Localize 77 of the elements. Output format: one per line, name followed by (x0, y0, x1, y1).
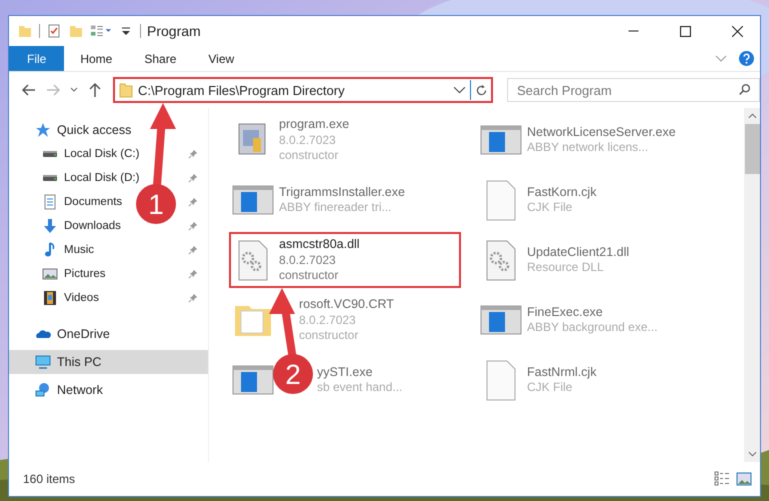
file-detail: constructor (279, 148, 340, 164)
scrollbar[interactable] (744, 108, 760, 462)
nav-item[interactable]: Network (9, 378, 208, 402)
view-menu-icon[interactable] (90, 23, 112, 39)
nav-item[interactable]: This PC (9, 350, 208, 374)
file-name[interactable]: FastKorn.cjk (527, 184, 596, 200)
file-detail: ABBY network licens... (527, 140, 650, 156)
file-name[interactable]: UpdateClient21.dll (527, 244, 630, 260)
item-count: 160 items (23, 472, 76, 486)
up-arrow-icon[interactable] (87, 82, 103, 98)
step-badge: 2 (273, 354, 313, 394)
film-icon (42, 290, 58, 306)
folder-icon (118, 82, 134, 98)
star-icon (35, 122, 51, 138)
large-icons-view-icon[interactable] (736, 471, 752, 487)
file-detail: 8.0.2.7023 (299, 312, 357, 328)
search-icon (738, 83, 752, 97)
back-arrow-icon[interactable] (21, 82, 37, 98)
window-title: Program (147, 23, 201, 39)
nav-item[interactable]: Music (42, 242, 104, 258)
file-detail: ABBY finereader tri... (279, 200, 392, 216)
download-icon (42, 218, 58, 234)
pin-icon[interactable] (188, 293, 198, 303)
file-detail: ABBY background exe... (527, 320, 658, 336)
address-field[interactable]: C:\Program Files\Program Directory (113, 77, 493, 103)
network-icon (35, 382, 51, 398)
file-name[interactable]: NetworkLicenseServer.exe (527, 124, 676, 140)
details-view-icon[interactable] (714, 471, 730, 487)
document-icon (42, 194, 58, 210)
nav-item[interactable]: Documents (42, 194, 132, 210)
file-detail: constructor (279, 268, 340, 284)
file-name[interactable]: yySTI.exe (317, 364, 402, 380)
expand-ribbon-icon[interactable] (715, 54, 727, 62)
file-detail: sb event hand... (317, 380, 402, 396)
file-detail: constructor (299, 328, 360, 344)
nav-item[interactable]: Downloads (42, 218, 131, 234)
pin-icon[interactable] (188, 149, 198, 159)
pin-icon[interactable] (188, 173, 198, 183)
refresh-icon[interactable] (475, 84, 488, 96)
search-field[interactable]: Search Program (507, 78, 760, 102)
scroll-down-icon[interactable] (748, 451, 756, 457)
close-icon (732, 26, 742, 36)
file-detail: Resource DLL (527, 260, 605, 276)
image-icon (42, 266, 58, 282)
file-name[interactable]: rosoft.VC90.CRT (299, 296, 394, 313)
step-badge: 1 (136, 184, 176, 224)
nav-item[interactable]: Videos (42, 290, 109, 306)
file-name[interactable]: FastNrml.cjk (527, 364, 596, 380)
properties-icon[interactable] (46, 23, 62, 39)
ribbon-tab[interactable]: Share (128, 46, 192, 71)
nav-item[interactable]: Quick access (9, 118, 208, 142)
file-name[interactable]: program.exe (279, 116, 350, 133)
file-detail: 8.0.2.7023 (279, 252, 337, 268)
pin-icon[interactable] (188, 197, 198, 207)
pin-icon[interactable] (188, 221, 198, 231)
maximize-icon (680, 26, 690, 36)
monitor-icon (35, 354, 51, 370)
ribbon-tab[interactable]: View (192, 46, 250, 71)
nav-item[interactable]: Pictures (42, 266, 116, 282)
address-path: C:\Program Files\Program Directory (138, 82, 346, 98)
minimize-icon (628, 30, 638, 32)
file-detail: CJK File (527, 380, 574, 396)
scroll-up-icon[interactable] (748, 113, 756, 119)
nav-item[interactable]: Local Disk (C:) (42, 146, 150, 162)
nav-item[interactable]: OneDrive (9, 322, 208, 346)
file-detail: CJK File (527, 200, 574, 216)
ribbon-tab[interactable]: Home (64, 46, 128, 71)
file-name[interactable]: FineExec.exe (527, 304, 658, 320)
scroll-thumb[interactable] (744, 124, 760, 174)
file-detail: 8.0.2.7023 (279, 132, 337, 148)
pin-icon[interactable] (188, 269, 198, 279)
nav-item[interactable]: Local Disk (D:) (42, 170, 150, 186)
pin-icon[interactable] (188, 245, 198, 255)
file-menu-tab[interactable]: File (9, 46, 64, 71)
file-name[interactable]: TrigrammsInstaller.exe (279, 184, 405, 200)
file-name[interactable]: asmcstr80a.dll (279, 236, 360, 253)
help-icon[interactable] (739, 51, 754, 66)
